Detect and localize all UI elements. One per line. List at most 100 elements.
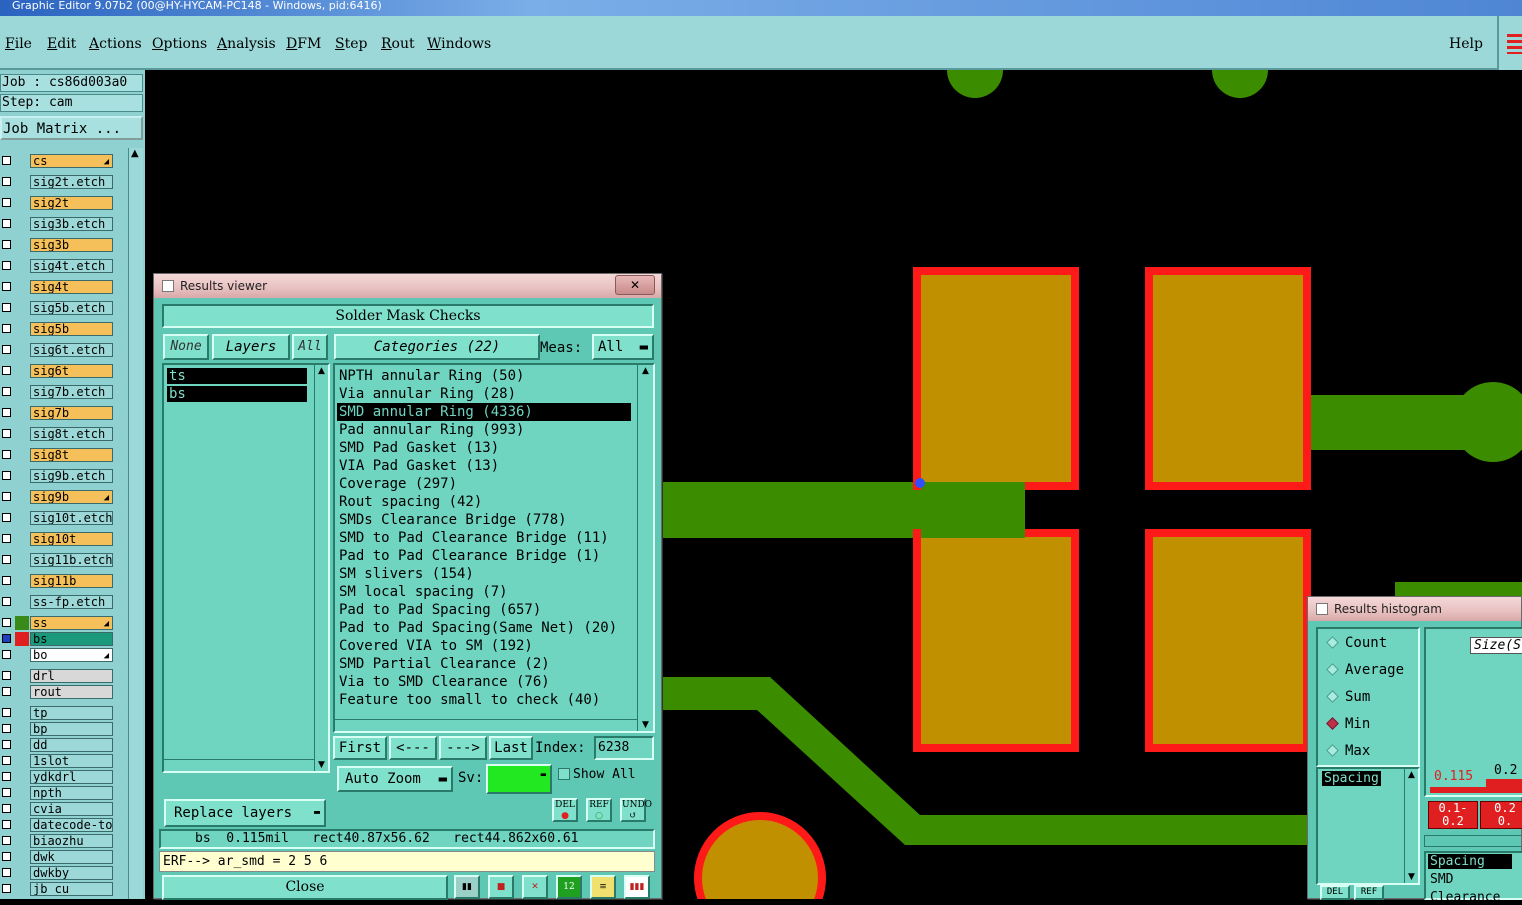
layer-name[interactable]: sig2t bbox=[30, 196, 113, 210]
radio-icon[interactable] bbox=[1326, 690, 1339, 703]
layer-checkbox[interactable] bbox=[2, 450, 11, 459]
result-layer-item[interactable]: bs bbox=[167, 386, 307, 402]
histogram-list-scrollbar[interactable]: ▲ ▼ bbox=[1404, 769, 1418, 883]
layer-checkbox[interactable] bbox=[2, 177, 11, 186]
record-tool-icon[interactable]: ■ bbox=[488, 875, 514, 899]
layer-row[interactable]: ydkdrl bbox=[0, 769, 114, 785]
layer-name[interactable]: sig7b bbox=[30, 406, 113, 420]
layer-row[interactable]: bo ◢ bbox=[0, 647, 114, 663]
layers-button[interactable]: Layers bbox=[212, 334, 290, 360]
layer-name[interactable]: sig8t bbox=[30, 448, 113, 462]
category-item[interactable]: Feature too small to check (40) bbox=[337, 691, 631, 709]
menu-analysis[interactable]: Analysis bbox=[217, 36, 276, 52]
category-item[interactable]: SMD Pad Gasket (13) bbox=[337, 439, 631, 457]
layer-row[interactable]: sig10t.etch bbox=[0, 510, 114, 526]
layer-checkbox[interactable] bbox=[2, 597, 11, 606]
layer-checkbox[interactable] bbox=[2, 555, 11, 564]
layer-name[interactable]: datecode-to bbox=[30, 818, 113, 832]
layer-name[interactable]: ss ◢ bbox=[30, 616, 113, 630]
scroll-up-icon[interactable]: ▲ bbox=[131, 148, 139, 159]
category-item[interactable]: SM local spacing (7) bbox=[337, 583, 631, 601]
layer-name[interactable]: sig5b.etch bbox=[30, 301, 113, 315]
number-tool-icon[interactable]: 12 bbox=[556, 875, 582, 899]
menu-rout[interactable]: Rout bbox=[381, 36, 415, 52]
layer-checkbox[interactable] bbox=[2, 836, 11, 845]
layer-name[interactable]: bs bbox=[30, 632, 113, 646]
layer-row[interactable]: sig9b ◢ bbox=[0, 489, 114, 505]
layer-row[interactable]: sig10t bbox=[0, 531, 114, 547]
category-item[interactable]: Pad to Pad Spacing (657) bbox=[337, 601, 631, 619]
show-all-checkbox[interactable] bbox=[558, 768, 570, 780]
layer-checkbox[interactable] bbox=[2, 303, 11, 312]
layer-row[interactable]: cvia bbox=[0, 801, 114, 817]
layer-checkbox[interactable] bbox=[2, 261, 11, 270]
last-button[interactable]: Last bbox=[489, 736, 533, 760]
layer-name[interactable]: cvia bbox=[30, 802, 113, 816]
layer-row[interactable]: sig7b.etch bbox=[0, 384, 114, 400]
layer-checkbox[interactable] bbox=[2, 756, 11, 765]
layer-checkbox[interactable] bbox=[2, 219, 11, 228]
category-item[interactable]: SMD annular Ring (4336) bbox=[337, 403, 631, 421]
layer-checkbox[interactable] bbox=[2, 534, 11, 543]
layer-name[interactable]: sig5b bbox=[30, 322, 113, 336]
category-item[interactable]: VIA Pad Gasket (13) bbox=[337, 457, 631, 475]
layer-checkbox[interactable] bbox=[2, 772, 11, 781]
scroll-down-icon[interactable]: ▼ bbox=[638, 719, 653, 731]
layer-name[interactable]: sig11b bbox=[30, 574, 113, 588]
layer-checkbox[interactable] bbox=[2, 852, 11, 861]
layer-row[interactable]: bs bbox=[0, 631, 114, 647]
close-button[interactable]: Close bbox=[162, 875, 448, 900]
layer-checkbox[interactable] bbox=[2, 804, 11, 813]
layer-name[interactable]: sig10t bbox=[30, 532, 113, 546]
category-item[interactable]: Rout spacing (42) bbox=[337, 493, 631, 511]
layer-checkbox[interactable] bbox=[2, 156, 11, 165]
layer-row[interactable]: jb_cu bbox=[0, 881, 114, 897]
layer-name[interactable]: biaozhu bbox=[30, 834, 113, 848]
layer-checkbox[interactable] bbox=[2, 868, 11, 877]
menu-step[interactable]: Step bbox=[335, 36, 367, 52]
layer-name[interactable]: sig6t.etch bbox=[30, 343, 113, 357]
layers-scrollbar[interactable]: ▲ ▼ bbox=[314, 365, 328, 771]
layer-checkbox[interactable] bbox=[2, 471, 11, 480]
category-item[interactable]: SMD Partial Clearance (2) bbox=[337, 655, 631, 673]
layer-row[interactable]: sig5b bbox=[0, 321, 114, 337]
layer-row[interactable]: sig6t bbox=[0, 363, 114, 379]
layer-row[interactable]: sig6t.etch bbox=[0, 342, 114, 358]
layer-name[interactable]: dwk bbox=[30, 850, 113, 864]
stat-option-average[interactable]: Average bbox=[1326, 662, 1404, 678]
scroll-down-icon[interactable]: ▼ bbox=[1405, 871, 1418, 883]
prev-button[interactable]: <--- bbox=[389, 736, 437, 760]
list-item[interactable]: Clearance bbox=[1430, 890, 1500, 905]
layer-name[interactable]: rout bbox=[30, 685, 113, 699]
layer-row[interactable]: biaozhu bbox=[0, 833, 114, 849]
none-button[interactable]: None bbox=[163, 334, 209, 360]
histogram-tool-icon[interactable]: ▮▮▮ bbox=[624, 875, 650, 899]
bin-2[interactable]: 0.2 0. bbox=[1480, 801, 1522, 829]
category-item[interactable]: Covered VIA to SM (192) bbox=[337, 637, 631, 655]
category-item[interactable]: Pad to Pad Spacing(Same Net) (20) bbox=[337, 619, 631, 637]
stat-option-max[interactable]: Max bbox=[1326, 743, 1370, 759]
layer-name[interactable]: sig4t.etch bbox=[30, 259, 113, 273]
layer-checkbox[interactable] bbox=[2, 724, 11, 733]
menu-dfm[interactable]: DFM bbox=[286, 36, 321, 52]
layer-name[interactable]: cs ◢ bbox=[30, 154, 113, 168]
layer-row[interactable]: sig5b.etch bbox=[0, 300, 114, 316]
layer-checkbox[interactable] bbox=[2, 492, 11, 501]
layer-row[interactable]: sig4t.etch bbox=[0, 258, 114, 274]
scroll-up-icon[interactable]: ▲ bbox=[315, 365, 328, 377]
layer-row[interactable]: sig11b bbox=[0, 573, 114, 589]
layer-row[interactable]: sig2t.etch bbox=[0, 174, 114, 190]
categories-button[interactable]: Categories (22) bbox=[334, 334, 540, 360]
ref-button[interactable]: REF ○ bbox=[586, 798, 612, 822]
layer-checkbox[interactable] bbox=[2, 740, 11, 749]
chart-hscroll[interactable] bbox=[1424, 835, 1522, 847]
layer-checkbox[interactable] bbox=[2, 708, 11, 717]
close-icon[interactable]: ✕ bbox=[615, 275, 655, 295]
radio-icon[interactable] bbox=[1326, 663, 1339, 676]
layer-row[interactable]: 1slot bbox=[0, 753, 114, 769]
stat-option-count[interactable]: Count bbox=[1326, 635, 1387, 651]
radio-icon[interactable] bbox=[1326, 744, 1339, 757]
list-item[interactable]: Spacing bbox=[1428, 854, 1512, 869]
layer-checkbox[interactable] bbox=[2, 576, 11, 585]
layer-row[interactable]: ss-fp.etch bbox=[0, 594, 114, 610]
